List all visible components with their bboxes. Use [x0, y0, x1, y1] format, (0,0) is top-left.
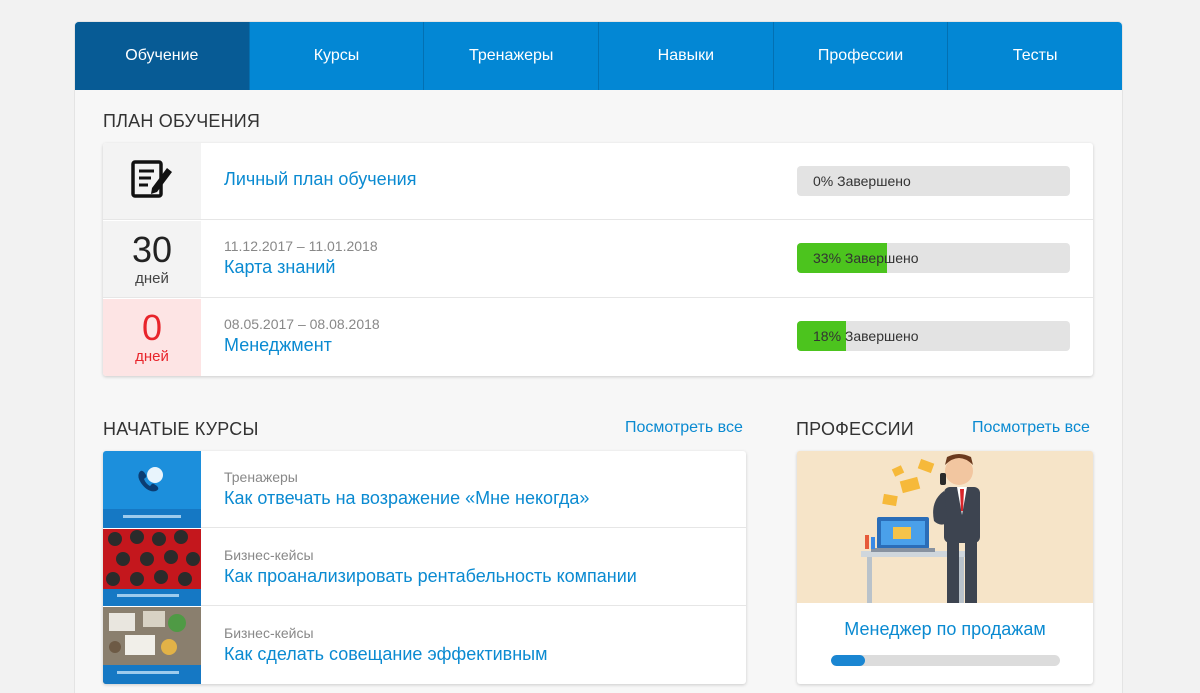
edit-document-icon: [130, 158, 174, 205]
plan-icon-cell: [103, 143, 201, 219]
course-link[interactable]: Как отвечать на возражение «Мне некогда»: [224, 488, 589, 509]
plan-text: 11.12.2017 – 11.01.2018 Карта знаний: [224, 238, 378, 278]
tab-tests[interactable]: Тесты: [948, 22, 1122, 90]
course-category: Бизнес-кейсы: [224, 625, 314, 641]
plan-row-personal[interactable]: Личный план обучения 0% Завершено: [103, 143, 1093, 220]
learning-plan-card: Личный план обучения 0% Завершено 30 дне…: [103, 143, 1093, 376]
plan-link-personal[interactable]: Личный план обучения: [224, 169, 416, 190]
progress-label: 18% Завершено: [813, 328, 919, 344]
tab-skills[interactable]: Навыки: [599, 22, 774, 90]
plan-row-knowledge-map[interactable]: 30 дней 11.12.2017 – 11.01.2018 Карта зн…: [103, 221, 1093, 298]
course-link[interactable]: Как сделать совещание эффективным: [224, 644, 547, 665]
course-category: Тренажеры: [224, 469, 298, 485]
progress-bar: 18% Завершено: [797, 321, 1070, 351]
course-category: Бизнес-кейсы: [224, 547, 314, 563]
courses-section-title: НАЧАТЫЕ КУРСЫ: [103, 419, 259, 439]
days-left-cell: 0 дней: [103, 299, 201, 376]
tab-trainers[interactable]: Тренажеры: [424, 22, 600, 90]
plan-section-title: ПЛАН ОБУЧЕНИЯ: [103, 111, 261, 131]
profession-illustration: [797, 451, 1093, 603]
days-label: дней: [135, 348, 169, 365]
professions-see-all-link[interactable]: Посмотреть все: [972, 419, 1090, 437]
plan-text: 08.05.2017 – 08.08.2018 Менеджмент: [224, 316, 380, 356]
course-row[interactable]: Тренажеры Как отвечать на возражение «Мн…: [103, 451, 746, 528]
days-count: 0: [141, 307, 163, 348]
started-courses-card: Тренажеры Как отвечать на возражение «Мн…: [103, 451, 746, 684]
course-link[interactable]: Как проанализировать рентабельность комп…: [224, 566, 637, 587]
course-row[interactable]: Бизнес-кейсы Как проанализировать рентаб…: [103, 529, 746, 606]
plan-row-management[interactable]: 0 дней 08.05.2017 – 08.08.2018 Менеджмен…: [103, 299, 1093, 376]
plan-text: Личный план обучения: [224, 169, 416, 190]
course-text: Бизнес-кейсы Как сделать совещание эффек…: [224, 625, 547, 665]
professions-section-title: ПРОФЕССИИ: [796, 419, 914, 439]
progress-bar: 33% Завершено: [797, 243, 1070, 273]
profession-name-link[interactable]: Менеджер по продажам: [797, 619, 1093, 640]
tab-learning[interactable]: Обучение: [75, 22, 250, 90]
profession-card[interactable]: Менеджер по продажам: [797, 451, 1093, 684]
main-panel: Обучение Курсы Тренажеры Навыки Професси…: [75, 22, 1122, 693]
profession-progress-bar: [831, 655, 1060, 666]
days-left-cell: 30 дней: [103, 221, 201, 297]
profession-progress-fill: [831, 655, 866, 666]
course-row[interactable]: Бизнес-кейсы Как сделать совещание эффек…: [103, 607, 746, 684]
course-text: Тренажеры Как отвечать на возражение «Мн…: [224, 469, 589, 509]
courses-see-all-link[interactable]: Посмотреть все: [625, 419, 743, 437]
progress-label: 0% Завершено: [813, 173, 911, 189]
course-thumbnail: [103, 451, 201, 528]
plan-dates: 08.05.2017 – 08.08.2018: [224, 316, 380, 332]
course-thumbnail: [103, 607, 201, 684]
top-navigation: Обучение Курсы Тренажеры Навыки Професси…: [75, 22, 1122, 90]
plan-link-management[interactable]: Менеджмент: [224, 335, 380, 356]
progress-bar: 0% Завершено: [797, 166, 1070, 196]
progress-label: 33% Завершено: [813, 250, 919, 266]
plan-link-knowledge-map[interactable]: Карта знаний: [224, 257, 378, 278]
days-label: дней: [135, 269, 169, 287]
plan-dates: 11.12.2017 – 11.01.2018: [224, 238, 378, 254]
course-text: Бизнес-кейсы Как проанализировать рентаб…: [224, 547, 637, 587]
tab-professions[interactable]: Профессии: [774, 22, 949, 90]
course-thumbnail: [103, 529, 201, 606]
days-count: 30: [131, 228, 173, 270]
tab-courses[interactable]: Курсы: [250, 22, 425, 90]
